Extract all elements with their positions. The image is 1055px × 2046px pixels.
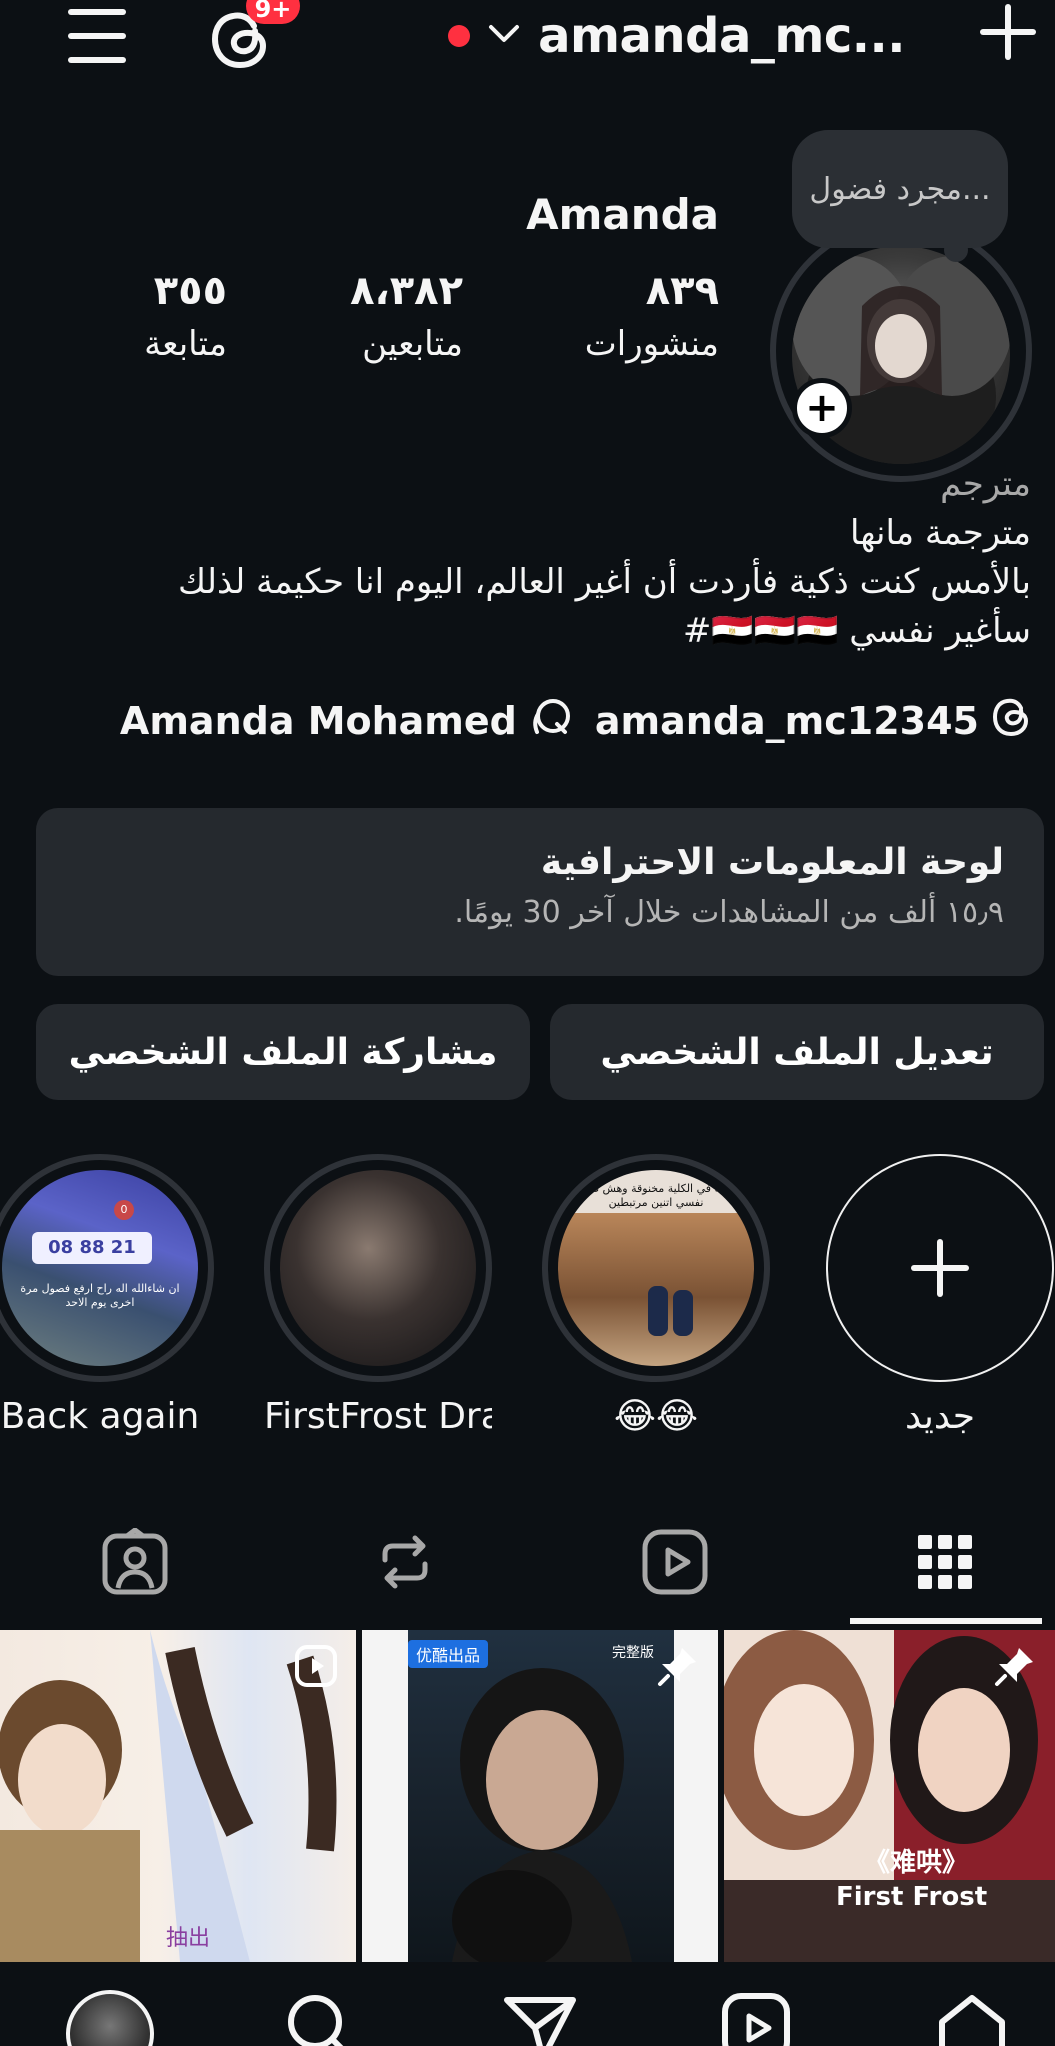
messenger-icon: [529, 694, 573, 747]
stat-followers[interactable]: ٨،٣٨٢ متابعين: [350, 268, 463, 364]
highlight-label: Back again: [0, 1396, 200, 1437]
chevron-down-icon: [488, 23, 520, 49]
highlight-label: 😂😂: [613, 1396, 699, 1437]
highlight-item[interactable]: FirstFrost Dra...: [264, 1154, 492, 1437]
stat-posts-value: ٨٣٩: [645, 268, 719, 314]
stat-followers-label: متابعين: [362, 324, 463, 364]
grid-post[interactable]: 抽出: [0, 1630, 356, 1962]
highlight-label: FirstFrost Dra...: [264, 1396, 492, 1437]
send-icon: [504, 1997, 576, 2046]
tab-reposts[interactable]: [273, 1500, 537, 1624]
stat-following-label: متابعة: [144, 324, 227, 364]
nav-search[interactable]: [280, 1992, 360, 2046]
bio: مترجم مترجمة مانها بالأمس كنت ذكية فأردت…: [71, 460, 1031, 656]
highlight-cover: [280, 1170, 476, 1366]
note-bubble[interactable]: مجرد فضول...: [792, 130, 1008, 248]
facebook-link[interactable]: Amanda Mohamed: [120, 694, 573, 747]
tab-active-indicator: [850, 1618, 1042, 1624]
post-overlay-text: 优酷出品: [408, 1640, 489, 1668]
highlight-counter: 08 88 21: [32, 1232, 152, 1264]
notification-badge: 9+: [246, 0, 300, 24]
threads-username: amanda_mc12345: [594, 698, 979, 743]
dashboard-title: لوحة المعلومات الاحترافية: [540, 842, 1004, 883]
share-profile-button[interactable]: مشاركة الملف الشخصي: [36, 1004, 530, 1100]
display-name: Amanda: [526, 190, 719, 239]
highlight-new[interactable]: جديد: [826, 1154, 1054, 1437]
grid-post[interactable]: 优酷出品 完整版: [362, 1630, 718, 1962]
reels-icon: [722, 1993, 790, 2046]
highlight-new-circle: [826, 1154, 1054, 1382]
stat-following-value: ٣٥٥: [153, 268, 227, 314]
nav-direct[interactable]: [500, 1992, 580, 2046]
tab-reels[interactable]: [543, 1500, 807, 1624]
nav-reels[interactable]: [716, 1992, 796, 2046]
top-bar: 9+ amanda_mc...: [0, 0, 1055, 80]
profile-tabs: [0, 1500, 1055, 1624]
post-overlay-text: 《难哄》: [864, 1848, 969, 1878]
stat-following[interactable]: ٣٥٥ متابعة: [144, 268, 227, 364]
profile-links: Amanda Mohamed amanda_mc12345: [120, 694, 1031, 747]
post-overlay-text: 抽出: [166, 1926, 211, 1951]
search-icon: [288, 1995, 344, 2046]
menu-icon[interactable]: [62, 4, 132, 68]
grid-post[interactable]: 《难哄》 First Frost: [724, 1630, 1055, 1962]
pin-icon: [993, 1644, 1037, 1692]
dashboard-subtitle: ١٥٫٩ ألف من المشاهدات خلال آخر 30 يومًا.: [454, 895, 1004, 930]
bottom-nav: [0, 1968, 1055, 2046]
account-switcher[interactable]: amanda_mc...: [448, 0, 905, 72]
nav-profile[interactable]: [66, 1990, 154, 2046]
post-overlay-text-2: First Frost: [836, 1882, 988, 1912]
facebook-name: Amanda Mohamed: [119, 698, 517, 743]
highlight-ring: [264, 1154, 492, 1382]
threads-link[interactable]: amanda_mc12345: [595, 694, 1031, 747]
professional-dashboard[interactable]: لوحة المعلومات الاحترافية ١٥٫٩ ألف من ال…: [36, 808, 1044, 976]
add-story-plus-icon[interactable]: +: [792, 378, 852, 438]
repost-icon: [382, 1535, 428, 1589]
plus-icon: [911, 1239, 969, 1297]
stat-followers-value: ٨،٣٨٢: [350, 268, 463, 314]
highlight-counter-unit: 0: [114, 1200, 134, 1220]
tab-grid[interactable]: [813, 1500, 1055, 1624]
reel-icon: [294, 1644, 338, 1692]
live-indicator: [448, 25, 471, 47]
bio-line: مترجمة مانها: [849, 513, 1031, 553]
reels-icon: [642, 1529, 708, 1595]
highlight-cover: 08 88 21 0 ان شاءالله اله راح ارفع فصول …: [2, 1170, 198, 1366]
grid-icon: [918, 1535, 972, 1589]
nav-avatar: [66, 1990, 154, 2046]
home-icon: [939, 1995, 1005, 2046]
bio-category: مترجم: [940, 464, 1031, 504]
highlight-cover: واقفة في الكلية مخنوقة وهش طايقة نفسي ات…: [558, 1170, 754, 1366]
stat-posts-label: منشورات: [584, 324, 719, 364]
highlight-label: جديد: [904, 1396, 976, 1437]
pin-icon: [656, 1644, 700, 1692]
post-overlay-tag: 完整版: [612, 1645, 654, 1661]
highlight-ring: واقفة في الكلية مخنوقة وهش طايقة نفسي ات…: [542, 1154, 770, 1382]
create-plus-icon[interactable]: [976, 0, 1040, 64]
username: amanda_mc...: [538, 8, 905, 64]
bio-line: سأغير نفسي 🇪🇬🇪🇬🇪🇬#: [682, 611, 1031, 651]
highlight-item[interactable]: 08 88 21 0 ان شاءالله اله راح ارفع فصول …: [0, 1154, 214, 1437]
highlight-caption: ان شاءالله اله راح ارفع فصول مرة اخرى يو…: [20, 1282, 180, 1309]
threads-icon: [991, 694, 1031, 747]
highlight-caption: واقفة في الكلية مخنوقة وهش طايقة نفسي ات…: [572, 1182, 740, 1209]
edit-profile-button[interactable]: تعديل الملف الشخصي: [550, 1004, 1044, 1100]
tab-tagged[interactable]: [3, 1500, 267, 1624]
highlight-ring: 08 88 21 0 ان شاءالله اله راح ارفع فصول …: [0, 1154, 214, 1382]
stat-posts[interactable]: ٨٣٩ منشورات: [585, 268, 719, 364]
tagged-icon: [102, 1528, 168, 1595]
nav-home[interactable]: [932, 1992, 1012, 2046]
bio-line: بالأمس كنت ذكية فأردت أن أغير العالم، ال…: [178, 562, 1031, 602]
highlight-item[interactable]: واقفة في الكلية مخنوقة وهش طايقة نفسي ات…: [542, 1154, 770, 1437]
